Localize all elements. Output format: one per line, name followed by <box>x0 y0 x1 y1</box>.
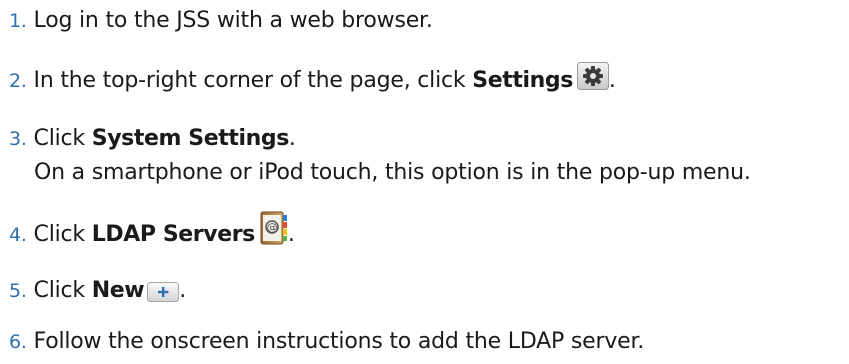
step-number: 1. <box>9 10 27 32</box>
step-2: 2. In the top-right corner of the page, … <box>9 62 616 98</box>
step-text: Click <box>33 222 92 247</box>
step-text: Follow the onscreen instructions to add … <box>33 329 645 354</box>
step-4: 4. Click LDAP Servers @ . <box>9 211 295 252</box>
plus-button-icon <box>147 279 180 302</box>
step-number: 5. <box>9 280 27 302</box>
step-5: 5. Click New . <box>9 278 187 303</box>
step-number: 6. <box>9 331 27 353</box>
step-text: Click <box>33 278 92 303</box>
ldap-servers-label: LDAP Servers <box>91 222 256 247</box>
system-settings-label: System Settings <box>91 126 290 151</box>
step-subtext: On a smartphone or iPod touch, this opti… <box>34 160 751 185</box>
step-3: 3. Click System Settings. On a smartphon… <box>9 122 751 190</box>
new-label: New <box>91 278 145 303</box>
step-number: 3. <box>9 128 27 150</box>
settings-label: Settings <box>472 68 573 93</box>
address-book-icon: @ <box>258 211 288 245</box>
step-1: 1. Log in to the JSS with a web browser. <box>9 4 433 38</box>
step-text: Click <box>33 126 92 151</box>
step-number: 2. <box>9 70 27 92</box>
gear-icon <box>576 62 609 90</box>
svg-text:@: @ <box>266 221 277 234</box>
step-6: 6. Follow the onscreen instructions to a… <box>9 325 644 359</box>
step-text: In the top-right corner of the page, cli… <box>33 68 473 93</box>
step-number: 4. <box>9 224 27 246</box>
step-text: Log in to the JSS with a web browser. <box>33 8 433 33</box>
